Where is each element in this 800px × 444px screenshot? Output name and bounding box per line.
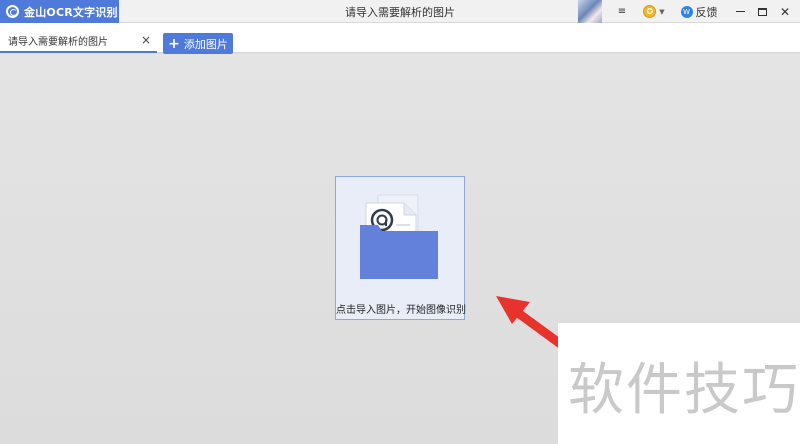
minimize-icon	[735, 10, 745, 13]
close-button[interactable]: ✕	[774, 0, 796, 23]
app-logo-icon	[6, 5, 19, 18]
tab-import-image[interactable]: 请导入需要解析的图片 ×	[0, 30, 157, 53]
app-brand: 金山OCR文字识别	[0, 0, 119, 23]
plus-icon: +	[168, 35, 180, 52]
coin-menu-button[interactable]: ✪ ▼	[640, 0, 668, 23]
tab-label: 请导入需要解析的图片	[8, 37, 108, 48]
title-bar: 金山OCR文字识别 请导入需要解析的图片 ≡ ✪ ▼ W 反馈 ✕	[0, 0, 800, 23]
tab-bar: 请导入需要解析的图片 ×	[0, 23, 800, 53]
feedback-label: 反馈	[695, 5, 718, 19]
maximize-button[interactable]	[751, 0, 773, 23]
import-dropzone[interactable]: 点击导入图片，开始图像识别	[335, 176, 466, 320]
minimize-button[interactable]	[729, 0, 751, 23]
watermark-panel: 软件技巧	[558, 323, 800, 444]
feedback-button[interactable]: W 反馈	[679, 0, 719, 23]
folder-icon	[360, 194, 438, 279]
menu-icon[interactable]: ≡	[612, 0, 632, 23]
feedback-icon: W	[680, 5, 693, 18]
app-name: 金山OCR文字识别	[24, 5, 118, 19]
avatar[interactable]	[578, 0, 602, 23]
dropzone-hint: 点击导入图片，开始图像识别	[336, 305, 466, 316]
close-icon: ✕	[779, 4, 791, 19]
add-image-button[interactable]: + 添加图片	[163, 33, 233, 54]
tab-close-icon[interactable]: ×	[141, 33, 151, 47]
coin-icon: ✪	[643, 5, 657, 18]
window-title: 请导入需要解析的图片	[345, 6, 455, 19]
watermark-text: 软件技巧	[568, 358, 800, 423]
add-image-label: 添加图片	[183, 37, 228, 51]
maximize-icon	[757, 7, 767, 16]
chevron-down-icon: ▼	[659, 7, 665, 16]
